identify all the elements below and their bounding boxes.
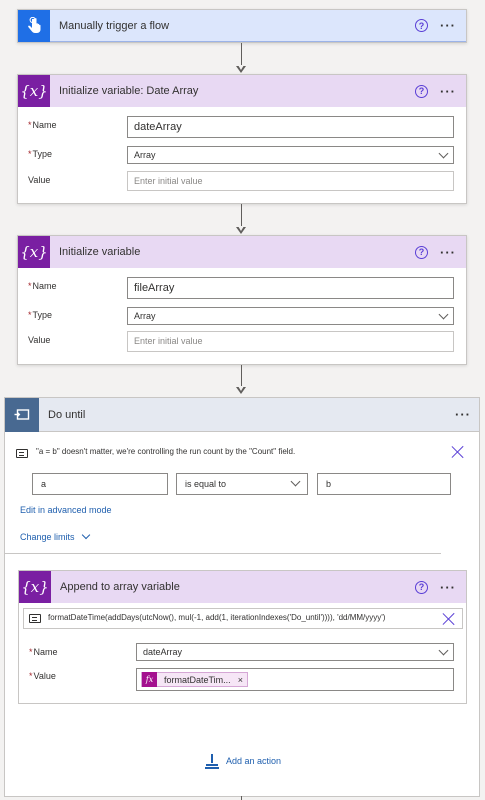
help-icon[interactable]: ? — [415, 84, 428, 98]
name-select-value: dateArray — [143, 647, 183, 657]
operator-select[interactable]: is equal to — [176, 473, 308, 495]
type-field-row: *Type Array — [18, 145, 466, 169]
type-label: *Type — [28, 149, 53, 159]
init-file-array-header[interactable]: {x} Initialize variable ? ··· — [18, 236, 466, 268]
divider — [5, 553, 441, 554]
variable-icon: {x} — [18, 236, 50, 268]
connector-line — [241, 43, 242, 66]
connector-line — [241, 796, 242, 800]
add-action-button[interactable]: Add an action — [205, 754, 282, 769]
connector-line — [241, 365, 242, 388]
connector-arrow — [236, 226, 246, 234]
variable-icon: {x} — [18, 75, 50, 107]
more-options-icon[interactable]: ··· — [455, 407, 471, 422]
more-options-icon[interactable]: ··· — [440, 18, 456, 33]
loop-icon — [5, 397, 39, 432]
name-label: *Name — [28, 120, 57, 130]
name-field-row: *Name dateArray — [18, 116, 466, 140]
hand-pointer-icon — [18, 9, 50, 42]
right-operand-input[interactable]: b — [317, 473, 451, 495]
type-field-row: *Type Array — [18, 306, 466, 330]
connector-arrow — [236, 386, 246, 394]
type-select-value: Array — [134, 150, 156, 160]
help-icon[interactable]: ? — [415, 580, 428, 594]
name-input[interactable]: dateArray — [127, 116, 454, 138]
connector-arrow — [236, 65, 246, 73]
chevron-down-icon — [438, 645, 449, 656]
value-input[interactable]: Enter initial value — [127, 331, 454, 352]
expression-comment[interactable]: formatDateTime(addDays(utcNow(), mul(-1,… — [48, 613, 385, 622]
name-select[interactable]: dateArray — [136, 643, 454, 661]
close-icon[interactable] — [442, 612, 456, 626]
help-icon[interactable]: ? — [415, 19, 428, 32]
type-label: *Type — [28, 310, 53, 320]
init-date-array-header[interactable]: {x} Initialize variable: Date Array ? ··… — [18, 75, 466, 107]
do-until-title: Do until — [48, 408, 86, 421]
type-select-value: Array — [134, 311, 156, 321]
value-input[interactable]: fx formatDateTim... × — [136, 668, 454, 691]
change-limits-label: Change limits — [20, 532, 75, 542]
trigger-header[interactable]: Manually trigger a flow ? ··· — [18, 9, 466, 42]
close-icon[interactable] — [451, 445, 465, 459]
name-label: *Name — [28, 281, 57, 291]
comment-icon — [16, 449, 28, 458]
value-field-row: Value Enter initial value — [18, 171, 466, 195]
operator-value: is equal to — [185, 479, 227, 489]
edit-advanced-mode-link[interactable]: Edit in advanced mode — [20, 505, 112, 515]
do-until-container: Do until ··· "a = b" doesn't matter, we'… — [4, 397, 480, 797]
trigger-card[interactable]: Manually trigger a flow ? ··· — [17, 9, 467, 43]
name-input[interactable]: fileArray — [127, 277, 454, 299]
init-file-array-title: Initialize variable — [59, 246, 141, 258]
token-remove-icon[interactable]: × — [238, 670, 243, 690]
chevron-down-icon — [290, 476, 301, 487]
init-file-array-card: {x} Initialize variable ? ··· *Name file… — [17, 235, 467, 365]
value-label: Value — [28, 175, 51, 185]
do-until-comment[interactable]: "a = b" doesn't matter, we're controllin… — [36, 447, 295, 456]
fx-icon: fx — [142, 672, 157, 687]
name-field-row: *Name dateArray — [19, 643, 466, 667]
value-field-row: *Value fx formatDateTim... × — [19, 668, 466, 692]
connector-line — [241, 204, 242, 227]
name-field-row: *Name fileArray — [18, 277, 466, 301]
left-operand-input[interactable]: a — [32, 473, 168, 495]
init-date-array-title: Initialize variable: Date Array — [59, 85, 199, 97]
chevron-down-icon — [438, 309, 449, 320]
expression-comment-box: formatDateTime(addDays(utcNow(), mul(-1,… — [23, 608, 463, 629]
comment-icon — [29, 614, 41, 623]
type-select[interactable]: Array — [127, 146, 454, 164]
value-label: Value — [28, 335, 51, 345]
token-label: formatDateTim... — [164, 674, 231, 685]
more-options-icon[interactable]: ··· — [440, 245, 456, 260]
append-to-array-card: {x} Append to array variable ? ··· forma… — [18, 570, 467, 704]
value-input[interactable]: Enter initial value — [127, 171, 454, 191]
add-step-icon — [205, 754, 219, 769]
chevron-down-icon — [81, 530, 90, 540]
chevron-down-icon — [438, 148, 449, 159]
change-limits-link[interactable]: Change limits — [20, 530, 90, 542]
append-to-array-header[interactable]: {x} Append to array variable ? ··· — [19, 571, 466, 603]
trigger-title: Manually trigger a flow — [59, 19, 170, 32]
variable-icon: {x} — [19, 571, 51, 603]
help-icon[interactable]: ? — [415, 245, 428, 259]
append-to-array-title: Append to array variable — [60, 581, 180, 593]
more-options-icon[interactable]: ··· — [440, 580, 456, 595]
add-action-label: Add an action — [226, 756, 282, 766]
type-select[interactable]: Array — [127, 307, 454, 325]
value-field-row: Value Enter initial value — [18, 331, 466, 355]
name-label: *Name — [29, 647, 58, 657]
value-label: *Value — [29, 671, 56, 681]
do-until-header[interactable]: Do until ··· — [5, 397, 479, 432]
init-date-array-card: {x} Initialize variable: Date Array ? ··… — [17, 74, 467, 204]
more-options-icon[interactable]: ··· — [440, 84, 456, 99]
expression-token[interactable]: fx formatDateTim... × — [141, 672, 248, 687]
